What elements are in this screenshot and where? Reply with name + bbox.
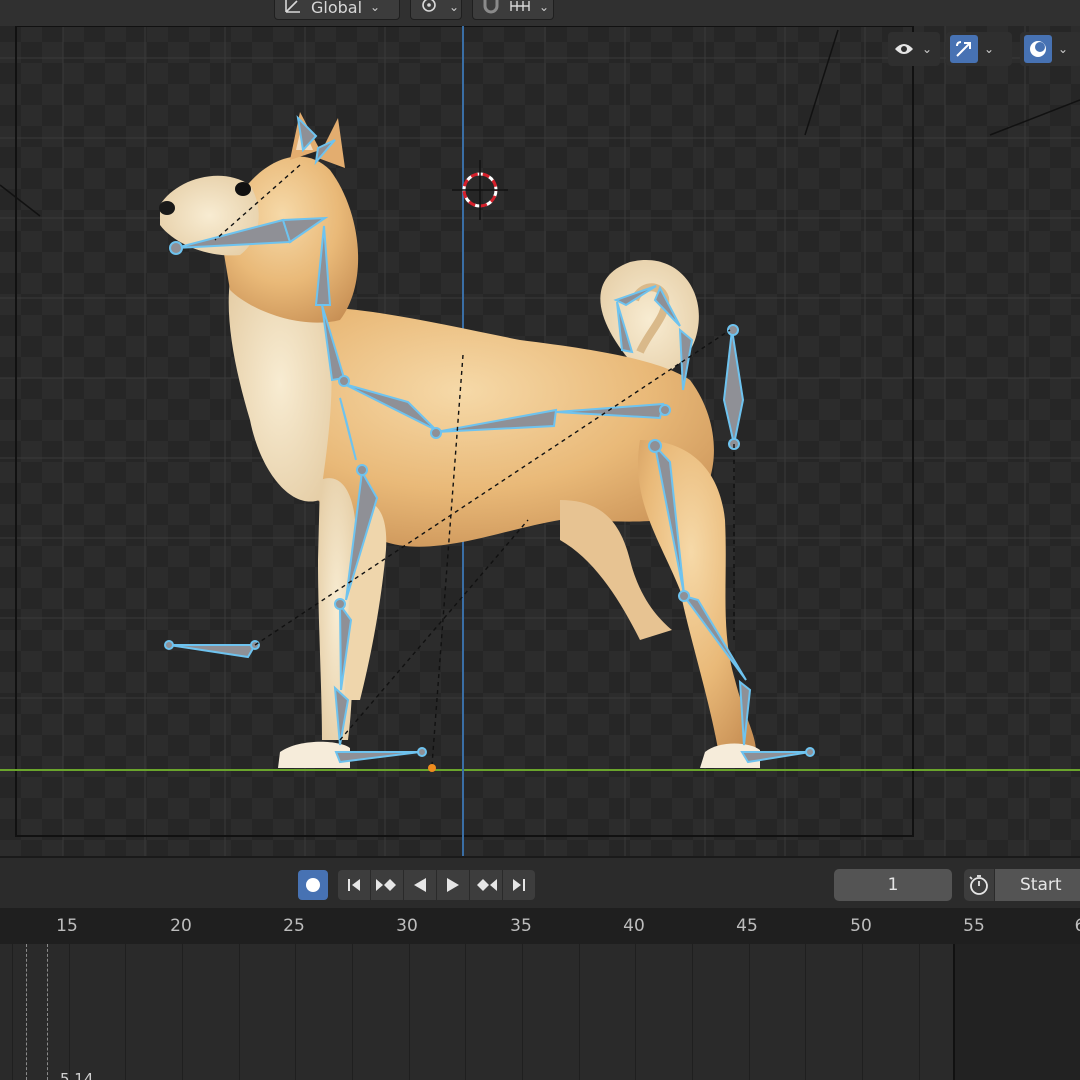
frame-tick: 45 bbox=[736, 916, 758, 936]
chevron-down-icon: ⌄ bbox=[370, 0, 381, 14]
grid-line bbox=[409, 944, 410, 1080]
play-button[interactable] bbox=[437, 870, 470, 900]
grid-line bbox=[465, 944, 466, 1080]
snap-magnet-icon bbox=[481, 0, 501, 18]
timeline-ruler[interactable]: 15 20 25 30 35 40 45 50 55 6 bbox=[0, 908, 1080, 944]
pivot-point-icon bbox=[419, 0, 441, 18]
grid-line bbox=[635, 944, 636, 1080]
chevron-down-icon: ⌄ bbox=[1058, 42, 1069, 56]
pivot-point-dropdown[interactable]: ⌄ bbox=[410, 0, 462, 20]
snap-increment-icon bbox=[509, 0, 531, 17]
start-frame-label: Start bbox=[1020, 875, 1062, 895]
frame-tick: 50 bbox=[850, 916, 872, 936]
transport-controls bbox=[338, 870, 535, 900]
play-reverse-button[interactable] bbox=[404, 870, 437, 900]
origin-point bbox=[428, 764, 436, 772]
shiba-dog-model[interactable] bbox=[159, 112, 760, 768]
end-frame-line bbox=[953, 944, 955, 1080]
eye-visibility-icon bbox=[892, 35, 916, 63]
snap-dropdown[interactable]: ⌄ bbox=[472, 0, 554, 20]
grid-line bbox=[69, 944, 70, 1080]
record-autokey-icon bbox=[306, 878, 320, 892]
grid-line bbox=[579, 944, 580, 1080]
previous-keyframe-button[interactable] bbox=[371, 870, 404, 900]
chevron-down-icon: ⌄ bbox=[984, 42, 995, 56]
transform-orientation-icon bbox=[283, 0, 303, 18]
chevron-down-icon: ⌄ bbox=[539, 0, 550, 14]
frame-tick: 40 bbox=[623, 916, 645, 936]
grid-line bbox=[125, 944, 126, 1080]
preview-range-marker bbox=[26, 944, 27, 1080]
3d-cursor[interactable] bbox=[452, 160, 508, 220]
status-text: 5.14 bbox=[60, 1070, 94, 1080]
timeline-tracks[interactable]: 5.14 bbox=[0, 944, 1080, 1080]
out-of-range-area bbox=[955, 944, 1080, 1080]
grid-line bbox=[182, 944, 183, 1080]
chevron-down-icon: ⌄ bbox=[921, 42, 932, 56]
frame-tick: 55 bbox=[963, 916, 985, 936]
grid-line bbox=[692, 944, 693, 1080]
grid-line bbox=[352, 944, 353, 1080]
viewport-header: Global ⌄ ⌄ ⌄ bbox=[0, 0, 1080, 26]
overlays-dropdown[interactable]: ⌄ bbox=[1020, 32, 1080, 66]
next-keyframe-icon bbox=[477, 879, 497, 891]
playback-controls: 1 Start bbox=[0, 856, 1080, 908]
transform-orientation-label: Global bbox=[311, 0, 363, 17]
overlays-icon bbox=[1024, 35, 1052, 63]
previous-keyframe-icon bbox=[376, 879, 396, 891]
next-keyframe-button[interactable] bbox=[470, 870, 503, 900]
grid-line bbox=[862, 944, 863, 1080]
3d-viewport[interactable]: Global ⌄ ⌄ ⌄ ⌄ ⌄ ⌄ bbox=[0, 0, 1080, 856]
jump-to-start-icon bbox=[348, 879, 360, 891]
preview-range-marker bbox=[47, 944, 48, 1080]
frame-tick: 25 bbox=[283, 916, 305, 936]
frame-tick: 20 bbox=[170, 916, 192, 936]
start-frame-field[interactable]: Start bbox=[995, 869, 1080, 901]
grid-line bbox=[295, 944, 296, 1080]
grid-line bbox=[805, 944, 806, 1080]
grid-line bbox=[239, 944, 240, 1080]
grid-line bbox=[919, 944, 920, 1080]
gizmo-icon bbox=[950, 35, 978, 63]
gizmo-dropdown[interactable]: ⌄ bbox=[946, 32, 1012, 66]
jump-to-start-button[interactable] bbox=[338, 870, 371, 900]
current-frame-field[interactable]: 1 bbox=[834, 869, 952, 901]
jump-to-end-button[interactable] bbox=[503, 870, 535, 900]
grid-line bbox=[522, 944, 523, 1080]
transform-orientation-dropdown[interactable]: Global ⌄ bbox=[274, 0, 400, 20]
viewport-scene[interactable] bbox=[0, 0, 1080, 856]
frame-tick: 6 bbox=[1075, 916, 1080, 936]
grid-line bbox=[12, 944, 13, 1080]
frame-tick: 35 bbox=[510, 916, 532, 936]
jump-to-end-icon bbox=[513, 879, 525, 891]
frame-tick: 15 bbox=[56, 916, 78, 936]
chevron-down-icon: ⌄ bbox=[449, 0, 460, 14]
play-icon bbox=[447, 878, 459, 892]
record-autokey-button[interactable] bbox=[298, 870, 328, 900]
grid-line bbox=[749, 944, 750, 1080]
visibility-dropdown[interactable]: ⌄ bbox=[888, 32, 940, 66]
frame-tick: 30 bbox=[396, 916, 418, 936]
play-reverse-icon bbox=[414, 878, 426, 892]
use-preview-range-button[interactable] bbox=[964, 869, 994, 901]
stopwatch-icon bbox=[969, 875, 988, 895]
